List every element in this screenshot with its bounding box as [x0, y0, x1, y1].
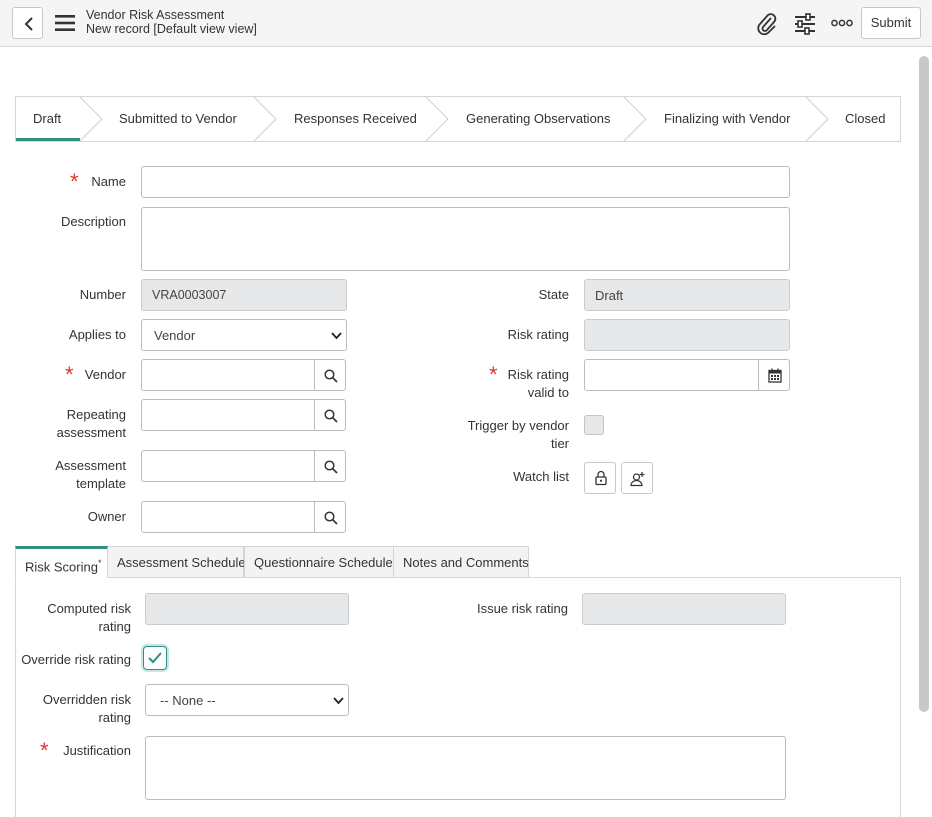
number-field: VRA0003007 [141, 279, 347, 311]
overridden-label-line1: Overridden risk [42, 692, 131, 707]
repeating-label-line1: Repeating [66, 407, 126, 422]
name-label: Name [91, 174, 126, 189]
computed-risk-rating-field [145, 593, 349, 625]
tab-assessment-schedule[interactable]: Assessment Schedule [107, 546, 246, 578]
search-icon [324, 460, 338, 474]
applies-to-value: Vendor [154, 328, 196, 343]
submit-button[interactable]: Submit [861, 7, 921, 39]
issue-risk-rating-label: Issue risk rating [476, 601, 568, 616]
overridden-risk-rating-select[interactable]: -- None -- [145, 684, 349, 716]
template-label-line2: template [76, 476, 126, 491]
hamburger-icon[interactable] [55, 15, 75, 31]
justification-label: Justification [63, 743, 131, 758]
tab-risk-scoring-label: Risk Scoring [25, 559, 98, 575]
risk-valid-label-line1: Risk rating [507, 367, 569, 382]
name-required-marker: * [70, 169, 79, 194]
form-subtitle: New record [Default view view] [86, 22, 257, 36]
repeating-label-line2: assessment [56, 425, 126, 440]
applies-to-label: Applies to [68, 327, 126, 342]
owner-label: Owner [87, 509, 126, 524]
description-textarea[interactable] [141, 207, 790, 271]
date-picker-button[interactable] [758, 359, 790, 391]
vendor-lookup-button[interactable] [314, 359, 346, 391]
tab-notes-and-comments[interactable]: Notes and Comments [393, 546, 529, 578]
assessment-template-label: Assessment template [55, 457, 126, 493]
state-value: Draft [595, 288, 624, 303]
checkmark-icon [148, 652, 162, 664]
vendor-required-marker: * [65, 362, 74, 387]
owner-lookup-button[interactable] [314, 501, 346, 533]
risk-rating-valid-to-input[interactable] [584, 359, 759, 391]
risk-rating-label: Risk rating [507, 327, 569, 342]
applies-to-select[interactable]: Vendor [141, 319, 347, 351]
risk-valid-required-marker: * [489, 362, 498, 387]
add-user-icon [630, 472, 645, 487]
state-field: Draft [584, 279, 790, 311]
justification-textarea[interactable] [145, 736, 786, 800]
trigger-label-line2: tier [550, 436, 569, 451]
sliders-icon[interactable] [794, 13, 816, 35]
template-lookup-button[interactable] [314, 450, 346, 482]
number-value: VRA0003007 [152, 288, 227, 302]
trigger-by-vendor-tier-checkbox[interactable] [584, 415, 604, 435]
scrollbar[interactable] [919, 56, 929, 712]
computed-risk-rating-label: Computed risk rating [47, 600, 131, 636]
state-label: State [538, 287, 569, 302]
risk-valid-label-line2: valid to [527, 385, 569, 400]
computed-label-line2: rating [98, 619, 131, 634]
watch-list-label: Watch list [513, 469, 569, 484]
issue-risk-rating-field [582, 593, 786, 625]
risk-rating-field [584, 319, 790, 351]
tab-questionnaire-schedule[interactable]: Questionnaire Schedule [244, 546, 394, 578]
chevron-down-icon [331, 332, 342, 340]
description-label: Description [60, 214, 126, 229]
form-title: Vendor Risk Assessment [86, 8, 225, 22]
vendor-input[interactable] [141, 359, 315, 391]
more-options-icon[interactable] [831, 19, 853, 27]
repeating-assessment-input[interactable] [141, 399, 315, 431]
process-flow: Draft Submitted to Vendor Responses Rece… [15, 96, 901, 142]
record-title: Vendor Risk Assessment New record [Defau… [86, 8, 257, 36]
computed-label-line1: Computed risk [47, 601, 131, 616]
override-risk-rating-checkbox[interactable] [143, 646, 167, 670]
flow-separators [79, 97, 829, 141]
tab-modified-marker: * [97, 558, 102, 568]
overridden-label-line2: rating [98, 710, 131, 725]
vendor-label: Vendor [84, 367, 126, 382]
repeating-assessment-label: Repeating assessment [57, 406, 126, 442]
owner-input[interactable] [141, 501, 315, 533]
tab-risk-scoring[interactable]: Risk Scoring* [15, 546, 108, 578]
calendar-icon [768, 368, 782, 383]
unlock-icon [595, 470, 607, 486]
justification-required-marker: * [40, 738, 49, 763]
trigger-by-vendor-tier-label: Trigger by vendor tier [468, 417, 569, 453]
repeating-lookup-button[interactable] [314, 399, 346, 431]
paperclip-icon[interactable] [756, 12, 778, 36]
back-button[interactable] [12, 7, 43, 39]
search-icon [324, 409, 338, 423]
overridden-risk-rating-label: Overridden risk rating [43, 691, 131, 727]
number-label: Number [79, 287, 126, 302]
name-input[interactable] [141, 166, 790, 198]
assessment-template-input[interactable] [141, 450, 315, 482]
override-risk-rating-label: Override risk rating [21, 652, 131, 667]
risk-rating-valid-to-label: Risk rating valid to [508, 366, 569, 402]
watch-list-unlock-button[interactable] [584, 462, 616, 494]
search-icon [324, 511, 338, 525]
template-label-line1: Assessment [55, 458, 126, 473]
chevron-left-icon [24, 17, 33, 31]
chevron-down-icon [333, 697, 344, 705]
search-icon [324, 369, 338, 383]
trigger-label-line1: Trigger by vendor [467, 418, 569, 433]
form-header: Vendor Risk Assessment New record [Defau… [0, 0, 932, 47]
add-me-to-watch-list-button[interactable] [621, 462, 653, 494]
overridden-value: -- None -- [160, 693, 216, 708]
